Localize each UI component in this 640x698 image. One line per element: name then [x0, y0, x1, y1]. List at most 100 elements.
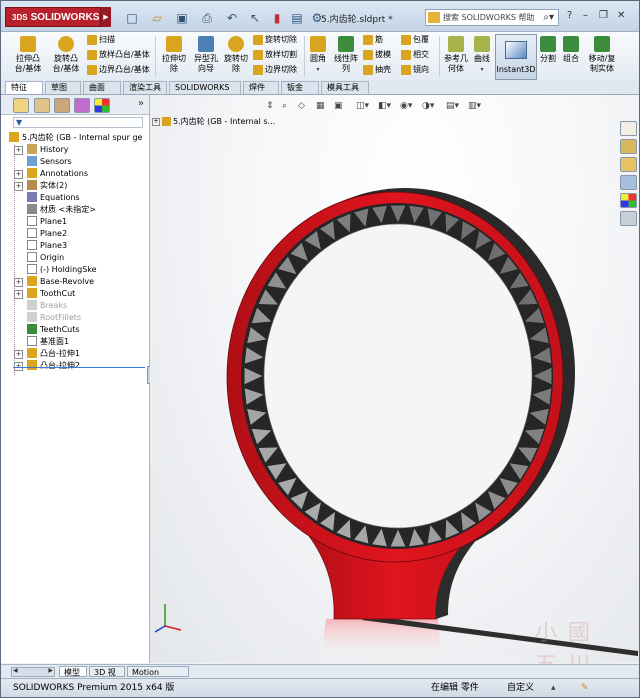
tree-item[interactable]: + Annotations [14, 167, 88, 180]
loft-button[interactable]: 放样凸台/基体 [87, 49, 150, 61]
expand-icon[interactable]: + [14, 146, 23, 155]
curves-button[interactable]: 曲线 ▾ [471, 36, 493, 75]
equations-icon [27, 191, 37, 202]
tab-sketch[interactable]: 草图 [45, 81, 81, 94]
save-icon[interactable]: ▣ [171, 10, 193, 26]
help-search-input[interactable]: 搜索 SOLIDWORKS 帮助 ⌕▾ [425, 9, 559, 26]
units-dropdown-icon[interactable]: ▴ [551, 679, 556, 697]
split-button[interactable]: 分割 [538, 36, 558, 64]
display-manager-icon[interactable] [94, 98, 110, 113]
restore-icon[interactable]: ❐ [599, 10, 608, 21]
rebuild-status-icon[interactable]: ✎ [581, 679, 589, 697]
move-copy-body-button[interactable]: 移动/复 制实体 [585, 36, 619, 74]
tree-item[interactable]: Sensors [27, 155, 72, 168]
revolved-boss-button[interactable]: 旋转凸 台/基体 [49, 36, 83, 74]
hole-wizard-button[interactable]: 异型孔 向导 [191, 36, 221, 74]
tab-model[interactable]: 模型 [59, 666, 87, 677]
tree-item[interactable]: Plane1 [27, 215, 67, 228]
reference-geometry-button[interactable]: 参考几 何体 [441, 36, 471, 74]
tree-item[interactable]: + History [14, 143, 68, 156]
select-pointer-icon[interactable]: ↖ [244, 10, 266, 26]
print-icon[interactable]: ⎙ [196, 10, 218, 26]
tree-item[interactable]: + 实体(2) [14, 179, 67, 192]
tree-item[interactable]: Origin [27, 251, 64, 264]
menu-expand-icon[interactable]: ▶ [101, 7, 111, 27]
solidworks-logo[interactable]: 3DS SOLIDWORKS [5, 7, 101, 27]
tab-surfaces[interactable]: 曲面 [83, 81, 121, 94]
tree-item[interactable]: + ToothCut [14, 287, 75, 300]
file-properties-icon[interactable]: ▤ [286, 10, 308, 26]
tab-features[interactable]: 特征 [5, 81, 43, 94]
tree-item[interactable]: + 凸台-拉伸2 [14, 359, 80, 372]
sweep-button[interactable]: 扫描 [87, 34, 115, 46]
tree-item[interactable]: + 凸台-拉伸1 [14, 347, 80, 360]
linear-pattern-button[interactable]: 线性阵列 [331, 36, 361, 74]
search-icon[interactable]: ⌕▾ [543, 10, 554, 25]
configuration-manager-icon[interactable] [54, 98, 70, 113]
mirror-button[interactable]: 镜向 [401, 64, 429, 76]
expand-icon[interactable]: + [14, 278, 23, 287]
tree-item[interactable]: (-) HoldingSke [27, 263, 97, 276]
intersect-label: 相交 [413, 50, 429, 59]
close-icon[interactable]: ✕ [617, 10, 625, 21]
tab-3d-views[interactable]: 3D 视图 [89, 666, 125, 688]
lofted-cut-button[interactable]: 放样切割 [253, 49, 297, 61]
boundary-cut-button[interactable]: 边界切除 [253, 64, 297, 76]
shell-button[interactable]: 抽壳 [363, 64, 391, 76]
tree-filter-input[interactable]: ▼ [13, 117, 143, 128]
graphics-area[interactable]: +5.内齿轮 (GB - Internal s... ⇕ ⌕ ◇ ▦ ▣ ◫▾ … [150, 95, 639, 678]
property-manager-icon[interactable] [34, 98, 50, 113]
tree-item[interactable]: Equations [27, 191, 80, 204]
rib-button[interactable]: 筋 [363, 34, 383, 46]
tree-item[interactable]: Plane2 [27, 227, 67, 240]
undo-icon[interactable]: ↶ [221, 10, 243, 26]
tree-root-part[interactable]: 5.内齿轮 (GB - Internal spur ge [9, 131, 142, 144]
scroll-right-icon[interactable]: ▶ [48, 667, 53, 674]
help-question-icon[interactable]: ? [567, 10, 572, 21]
expand-icon[interactable]: + [14, 182, 23, 191]
dimxpert-icon[interactable] [74, 98, 90, 113]
swept-cut-button[interactable]: 旋转切除 [253, 34, 297, 46]
tab-mold-tools[interactable]: 模具工具(O) [321, 81, 369, 104]
new-document-icon[interactable]: □ [121, 10, 143, 26]
wrap-button[interactable]: 包覆 [401, 34, 429, 46]
expand-icon[interactable]: + [14, 170, 23, 179]
rebuild-icon[interactable]: ▮ [266, 10, 288, 26]
tree-item-label: 基准面1 [40, 337, 70, 346]
intersect-button[interactable]: 相交 [401, 49, 429, 61]
fillet-dropdown-icon[interactable]: ▾ [316, 66, 319, 73]
expand-icon[interactable]: + [14, 290, 23, 299]
brand-name: SOLIDWORKS [30, 12, 100, 23]
instant3d-button[interactable]: Instant3D [495, 34, 537, 80]
scroll-left-icon[interactable]: ◀ [13, 667, 18, 674]
more-tabs-icon[interactable]: » [138, 98, 144, 109]
tab-motion-study[interactable]: Motion Study 1 [127, 666, 189, 688]
status-units[interactable]: 自定义 [507, 679, 534, 697]
tree-item[interactable]: Breaks [27, 299, 67, 312]
tab-weldments[interactable]: 焊件(D) [243, 81, 279, 104]
combine-button[interactable]: 组合 [561, 36, 581, 64]
curves-dropdown-icon[interactable]: ▾ [480, 66, 483, 73]
minimize-icon[interactable]: – [583, 10, 588, 21]
revolved-cut-button[interactable]: 旋转切除 [221, 36, 251, 74]
tree-item[interactable]: 材质 <未指定> [27, 203, 96, 216]
extruded-boss-button[interactable]: 拉伸凸 台/基体 [11, 36, 45, 74]
tree-item[interactable]: + Base-Revolve [14, 275, 94, 288]
extrude-icon [27, 347, 37, 358]
tab-solidworks-addins[interactable]: SOLIDWORKS 插件 [169, 81, 241, 104]
open-folder-icon[interactable]: ▱ [146, 10, 168, 26]
tab-sheet-metal[interactable]: 钣金(H) [281, 81, 319, 104]
annotations-icon [27, 167, 37, 178]
tree-item[interactable]: Plane3 [27, 239, 67, 252]
expand-icon[interactable]: + [14, 350, 23, 359]
tree-horizontal-scrollbar[interactable]: ◀ ▶ [11, 667, 55, 677]
feature-manager-icon[interactable] [13, 98, 29, 113]
fillet-button[interactable]: 圆角 ▾ [306, 36, 330, 75]
draft-button[interactable]: 拔模 [363, 49, 391, 61]
tree-item[interactable]: RootFillets [27, 311, 81, 324]
boundary-boss-button[interactable]: 边界凸台/基体 [87, 64, 150, 76]
tree-item[interactable]: 基准面1 [27, 335, 70, 348]
tree-item[interactable]: TeethCuts [27, 323, 80, 336]
tab-render-tools[interactable]: 渲染工具 [123, 81, 167, 94]
extruded-cut-button[interactable]: 拉伸切除 [159, 36, 189, 74]
